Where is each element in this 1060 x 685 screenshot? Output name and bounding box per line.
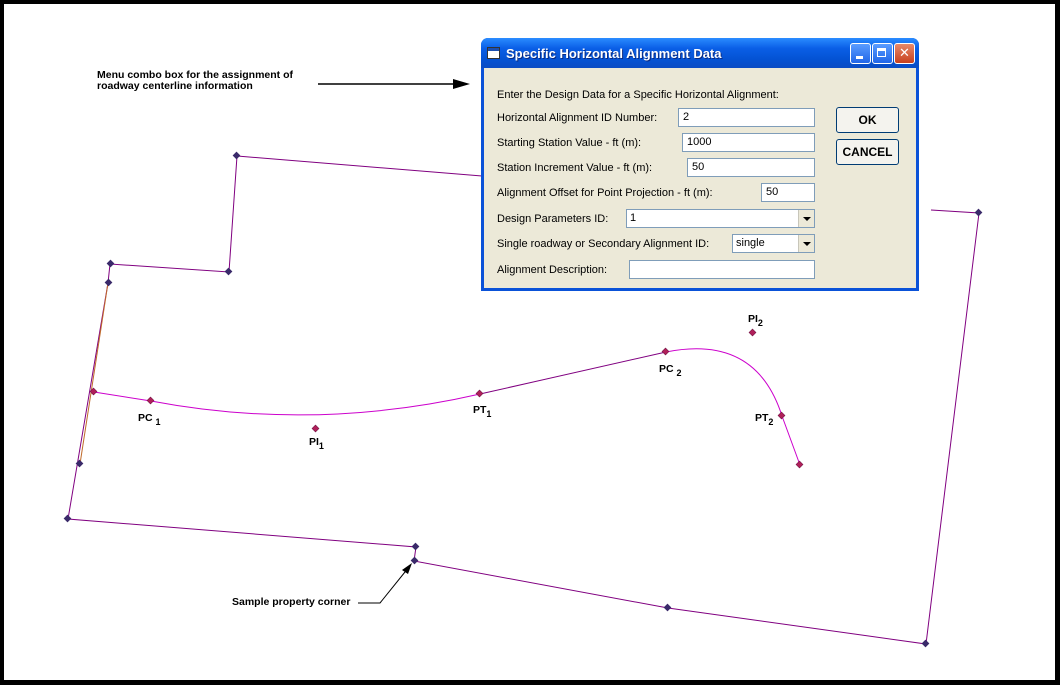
property-corner-note: Sample property corner: [232, 596, 351, 608]
pc2-point[interactable]: [661, 347, 670, 356]
pi2-label-sub: 2: [757, 318, 763, 328]
alignment-id-input[interactable]: 2: [678, 108, 815, 127]
menu-combo-note: Menu combo box for the assignment of roa…: [97, 70, 293, 92]
alignment-curve-2: [665, 348, 801, 466]
starting-station-label: Starting Station Value - ft (m):: [497, 137, 642, 149]
alignment-description-label: Alignment Description:: [497, 264, 608, 276]
alignment-end-point[interactable]: [795, 460, 804, 469]
alignment-tangent: [479, 351, 667, 395]
alignment-dialog[interactable]: Specific Horizontal Alignment Data ✕ Ent…: [481, 38, 919, 291]
boundary-vertex[interactable]: [232, 151, 241, 160]
pt2-point[interactable]: [777, 411, 786, 420]
pi1-label-sub: 1: [318, 441, 324, 451]
pi1-point[interactable]: [311, 424, 320, 433]
dialog-titlebar[interactable]: Specific Horizontal Alignment Data ✕: [481, 38, 919, 68]
pt1-label: PT1: [473, 405, 491, 419]
dropdown-arrow-icon[interactable]: [798, 235, 814, 252]
arrow-icon: [402, 563, 412, 574]
pt2-label: PT2: [755, 413, 773, 427]
secondary-alignment-combo[interactable]: single: [732, 234, 815, 253]
station-increment-label: Station Increment Value - ft (m):: [497, 162, 653, 174]
design-parameters-combo[interactable]: 1: [626, 209, 815, 228]
pi2-label-base: PI: [748, 313, 758, 325]
dropdown-arrow-icon[interactable]: [798, 210, 814, 227]
pt1-label-base: PT: [473, 404, 487, 416]
property-boundary-top: [236, 155, 483, 177]
window-icon[interactable]: [487, 47, 500, 59]
pc1-label-sub: 1: [155, 417, 161, 427]
pi2-point[interactable]: [748, 328, 757, 337]
starting-station-input[interactable]: 1000: [682, 133, 815, 152]
pt1-label-sub: 1: [486, 409, 492, 419]
pc1-point[interactable]: [146, 396, 155, 405]
close-icon[interactable]: ✕: [894, 43, 915, 64]
design-parameters-label: Design Parameters ID:: [497, 213, 609, 225]
boundary-vertex[interactable]: [411, 542, 420, 551]
pi1-label-base: PI: [309, 436, 319, 448]
station-increment-input[interactable]: 50: [687, 158, 815, 177]
cancel-button[interactable]: CANCEL: [836, 139, 899, 165]
design-parameters-value: 1: [630, 212, 637, 224]
property-corner-arrow-icon: [358, 566, 410, 604]
pt2-label-sub: 2: [768, 417, 774, 427]
minimize-icon[interactable]: [850, 43, 871, 64]
ok-button[interactable]: OK: [836, 107, 899, 133]
drawing-canvas[interactable]: PC 1 PI1 PT1 PC 2 PI2 PT2 Menu combo box…: [4, 4, 1055, 680]
pi2-label: PI2: [748, 314, 763, 328]
alignment-offset-input[interactable]: 50: [761, 183, 815, 202]
dialog-body: Enter the Design Data for a Specific Hor…: [484, 68, 916, 288]
arrow-icon: [453, 79, 470, 89]
instruction-text: Enter the Design Data for a Specific Hor…: [497, 89, 779, 101]
boundary-vertex[interactable]: [63, 514, 72, 523]
boundary-vertex[interactable]: [106, 259, 115, 268]
boundary-vertex[interactable]: [974, 208, 983, 217]
boundary-vertex[interactable]: [663, 603, 672, 612]
pc1-label: PC 1: [138, 413, 161, 427]
dialog-title: Specific Horizontal Alignment Data: [506, 46, 722, 61]
maximize-icon[interactable]: [872, 43, 893, 64]
pc1-label-base: PC: [138, 412, 153, 424]
pi1-label: PI1: [309, 437, 324, 451]
pt2-label-base: PT: [755, 412, 769, 424]
boundary-vertex[interactable]: [104, 278, 113, 287]
secondary-alignment-value: single: [736, 237, 765, 249]
pt1-point[interactable]: [475, 389, 484, 398]
alignment-description-input[interactable]: [629, 260, 815, 279]
pc2-label-base: PC: [659, 363, 674, 375]
property-corner-vertex[interactable]: [410, 556, 419, 565]
alignment-id-label: Horizontal Alignment ID Number:: [497, 112, 658, 124]
pc2-label: PC 2: [659, 364, 682, 378]
property-boundary-west-segment: [79, 282, 109, 465]
menu-note-line-2: roadway centerline information: [97, 80, 253, 92]
pc2-label-sub: 2: [676, 368, 682, 378]
boundary-vertex[interactable]: [224, 267, 233, 276]
secondary-alignment-label: Single roadway or Secondary Alignment ID…: [497, 238, 710, 250]
boundary-vertex[interactable]: [921, 639, 930, 648]
alignment-offset-label: Alignment Offset for Point Projection - …: [497, 187, 713, 199]
